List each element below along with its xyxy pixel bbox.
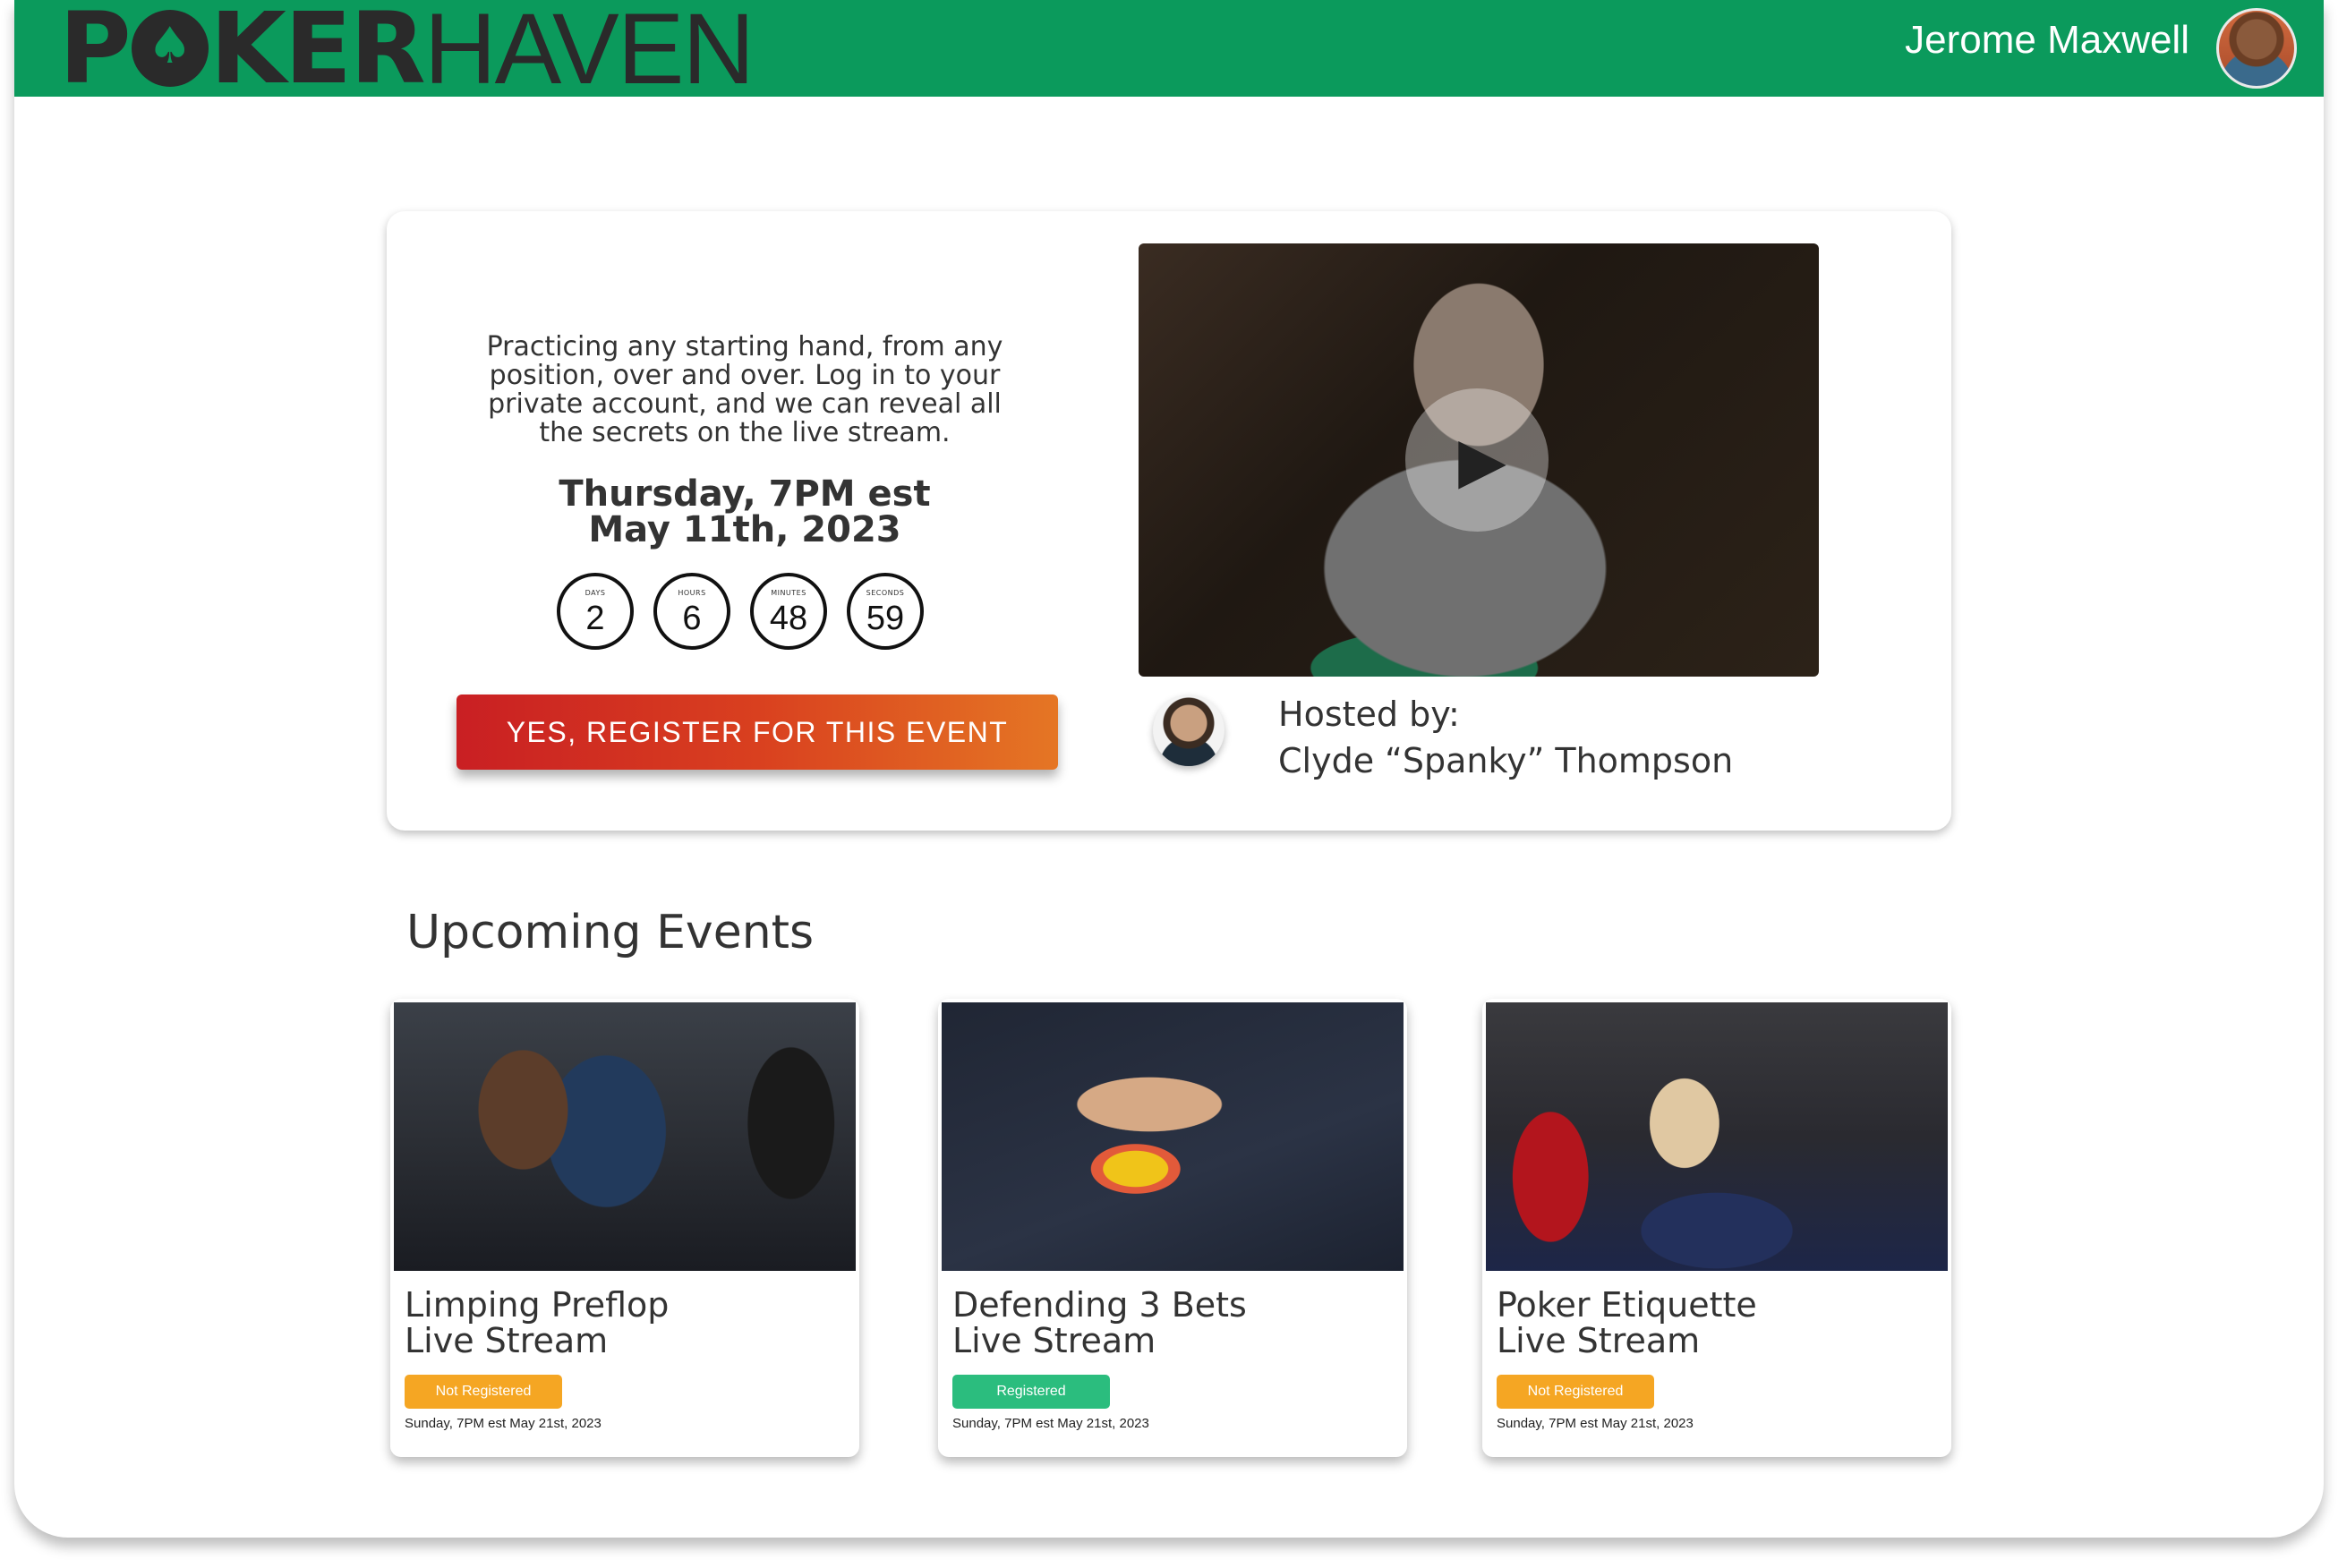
event-title-line2: Live Stream (952, 1321, 1156, 1360)
status-badge: Not Registered (405, 1375, 562, 1409)
countdown-minutes: MINUTES 48 (750, 573, 827, 650)
status-badge: Registered (952, 1375, 1110, 1409)
countdown-hours: HOURS 6 (653, 573, 730, 650)
host-name: Clyde “Spanky” Thompson (1278, 741, 1734, 780)
event-title-line1: Poker Etiquette (1497, 1285, 1757, 1325)
host-avatar (1153, 695, 1224, 766)
featured-event-card: Practicing any starting hand, from any p… (387, 211, 1951, 831)
event-image[interactable] (394, 1002, 856, 1271)
hosted-by-label: Hosted by: (1278, 695, 1460, 734)
event-card[interactable]: Poker Etiquette Live Stream Not Register… (1482, 999, 1951, 1457)
host-info: Hosted by: Clyde “Spanky” Thompson (1278, 691, 1733, 784)
countdown-unit-label: MINUTES (771, 589, 806, 597)
status-badge: Not Registered (1497, 1375, 1654, 1409)
top-bar: PO P♠KER HAVEN Jerome Maxwell (14, 0, 2324, 106)
event-date: May 11th, 2023 (588, 509, 901, 550)
countdown-timer: DAYS 2 HOURS 6 MINUTES 48 SECONDS 59 (557, 573, 924, 650)
event-datetime: Thursday, 7PM est May 11th, 2023 (485, 476, 1004, 548)
countdown-seconds: SECONDS 59 (847, 573, 924, 650)
event-title-line1: Limping Preflop (405, 1285, 670, 1325)
logo-text-ker: KER (209, 0, 426, 106)
countdown-value: 6 (682, 600, 702, 637)
pokerhaven-logo[interactable]: PO P♠KER HAVEN (59, 0, 755, 106)
countdown-value: 48 (769, 600, 808, 637)
event-description: Practicing any starting hand, from any p… (486, 331, 1003, 448)
countdown-unit-label: HOURS (678, 589, 706, 597)
upcoming-events-title: Upcoming Events (406, 906, 815, 959)
event-title-line1: Defending 3 Bets (952, 1285, 1247, 1325)
event-day-time: Thursday, 7PM est (559, 473, 931, 515)
event-title-line2: Live Stream (405, 1321, 609, 1360)
event-image[interactable] (942, 1002, 1404, 1271)
event-video-thumbnail[interactable]: ▶ (1139, 243, 1819, 677)
countdown-unit-label: SECONDS (866, 589, 905, 597)
event-card[interactable]: Defending 3 Bets Live Stream Registered … (938, 999, 1407, 1457)
event-date: Sunday, 7PM est May 21st, 2023 (405, 1416, 602, 1431)
register-event-button[interactable]: YES, REGISTER FOR THIS EVENT (457, 695, 1058, 770)
event-card[interactable]: Limping Preflop Live Stream Not Register… (390, 999, 859, 1457)
app-frame: PO P♠KER HAVEN Jerome Maxwell Practicing… (14, 0, 2324, 1538)
event-image[interactable] (1486, 1002, 1948, 1271)
countdown-value: 2 (585, 600, 605, 637)
event-date: Sunday, 7PM est May 21st, 2023 (1497, 1416, 1694, 1431)
user-name[interactable]: Jerome Maxwell (1905, 18, 2189, 63)
play-icon[interactable]: ▶ (1405, 388, 1549, 532)
event-date: Sunday, 7PM est May 21st, 2023 (952, 1416, 1149, 1431)
event-title-line2: Live Stream (1497, 1321, 1701, 1360)
countdown-unit-label: DAYS (584, 589, 606, 597)
spade-icon: ♠ (131, 10, 209, 87)
countdown-days: DAYS 2 (557, 573, 634, 650)
user-avatar[interactable] (2216, 8, 2297, 89)
countdown-value: 59 (866, 600, 905, 637)
logo-text-haven: HAVEN (423, 0, 755, 105)
